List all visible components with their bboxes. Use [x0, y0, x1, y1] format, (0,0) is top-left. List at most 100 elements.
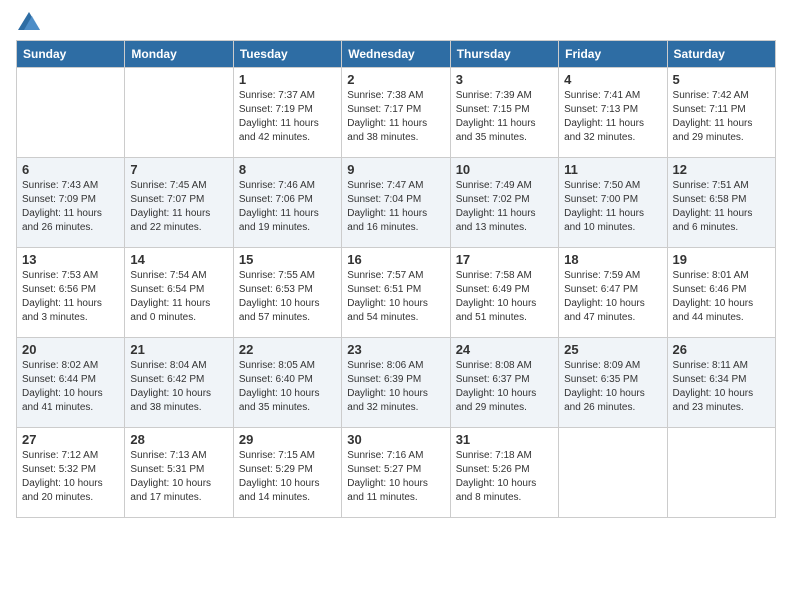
day-info: Sunrise: 8:05 AMSunset: 6:40 PMDaylight:…	[239, 359, 336, 415]
day-number: 19	[673, 252, 770, 267]
calendar-day-cell: 12Sunrise: 7:51 AMSunset: 6:58 PMDayligh…	[667, 158, 775, 248]
day-number: 18	[564, 252, 661, 267]
day-number: 1	[239, 72, 336, 87]
calendar-day-cell: 21Sunrise: 8:04 AMSunset: 6:42 PMDayligh…	[125, 338, 233, 428]
day-info: Sunrise: 7:51 AMSunset: 6:58 PMDaylight:…	[673, 179, 770, 235]
calendar-day-cell: 18 Sunrise: 7:59 AMSunset: 6:47 PMDayligh…	[559, 248, 667, 338]
calendar-day-cell: 5 Sunrise: 7:42 AMSunset: 7:11 PMDaylight…	[667, 68, 775, 158]
day-info: Sunrise: 7:18 AMSunset: 5:26 PMDaylight:…	[456, 449, 553, 505]
day-info: Sunrise: 8:02 AMSunset: 6:44 PMDaylight:…	[22, 359, 119, 415]
calendar-day-cell: 6Sunrise: 7:43 AMSunset: 7:09 PMDaylight…	[17, 158, 125, 248]
calendar-day-cell: 8 Sunrise: 7:46 AMSunset: 7:06 PMDaylight…	[233, 158, 341, 248]
day-number: 24	[456, 342, 553, 357]
day-number: 27	[22, 432, 119, 447]
calendar-day-cell: 20 Sunrise: 8:02 AMSunset: 6:44 PMDayligh…	[17, 338, 125, 428]
day-number: 4	[564, 72, 661, 87]
calendar-day-cell: 4Sunrise: 7:41 AMSunset: 7:13 PMDaylight…	[559, 68, 667, 158]
calendar-day-cell: 29 Sunrise: 7:15 AMSunset: 5:29 PMDayligh…	[233, 428, 341, 518]
day-info: Sunrise: 7:47 AMSunset: 7:04 PMDaylight:…	[347, 179, 444, 235]
day-number: 13	[22, 252, 119, 267]
day-of-week-header: Thursday	[450, 41, 558, 68]
day-info: Sunrise: 8:08 AMSunset: 6:37 PMDaylight:…	[456, 359, 553, 415]
day-number: 25	[564, 342, 661, 357]
day-number: 30	[347, 432, 444, 447]
day-info: Sunrise: 7:42 AMSunset: 7:11 PMDaylight:…	[673, 89, 770, 145]
calendar-day-cell: 17 Sunrise: 7:58 AMSunset: 6:49 PMDayligh…	[450, 248, 558, 338]
day-info: Sunrise: 7:39 AMSunset: 7:15 PMDaylight:…	[456, 89, 553, 145]
calendar-day-cell: 22Sunrise: 8:05 AMSunset: 6:40 PMDayligh…	[233, 338, 341, 428]
calendar-day-cell: 31 Sunrise: 7:18 AMSunset: 5:26 PMDayligh…	[450, 428, 558, 518]
day-info: Sunrise: 7:59 AMSunset: 6:47 PMDaylight:…	[564, 269, 661, 325]
calendar-day-cell: 30 Sunrise: 7:16 AMSunset: 5:27 PMDayligh…	[342, 428, 450, 518]
day-info: Sunrise: 7:43 AMSunset: 7:09 PMDaylight:…	[22, 179, 119, 235]
day-info: Sunrise: 7:16 AMSunset: 5:27 PMDaylight:…	[347, 449, 444, 505]
day-number: 28	[130, 432, 227, 447]
day-info: Sunrise: 7:13 AMSunset: 5:31 PMDaylight:…	[130, 449, 227, 505]
logo	[16, 16, 40, 30]
calendar-day-cell: 27 Sunrise: 7:12 AMSunset: 5:32 PMDayligh…	[17, 428, 125, 518]
day-of-week-header: Sunday	[17, 41, 125, 68]
calendar-day-cell: 25 Sunrise: 8:09 AMSunset: 6:35 PMDayligh…	[559, 338, 667, 428]
day-info: Sunrise: 8:01 AMSunset: 6:46 PMDaylight:…	[673, 269, 770, 325]
day-number: 10	[456, 162, 553, 177]
calendar-day-cell: 15Sunrise: 7:55 AMSunset: 6:53 PMDayligh…	[233, 248, 341, 338]
calendar-day-cell: 24 Sunrise: 8:08 AMSunset: 6:37 PMDayligh…	[450, 338, 558, 428]
day-number: 26	[673, 342, 770, 357]
day-of-week-header: Friday	[559, 41, 667, 68]
day-info: Sunrise: 7:55 AMSunset: 6:53 PMDaylight:…	[239, 269, 336, 325]
calendar-day-cell: 2Sunrise: 7:38 AMSunset: 7:17 PMDaylight…	[342, 68, 450, 158]
day-number: 16	[347, 252, 444, 267]
calendar-day-cell: 3 Sunrise: 7:39 AMSunset: 7:15 PMDaylight…	[450, 68, 558, 158]
calendar-week-row: 13 Sunrise: 7:53 AMSunset: 6:56 PMDayligh…	[17, 248, 776, 338]
calendar-day-cell: 1Sunrise: 7:37 AMSunset: 7:19 PMDaylight…	[233, 68, 341, 158]
day-number: 23	[347, 342, 444, 357]
day-number: 2	[347, 72, 444, 87]
day-of-week-header: Saturday	[667, 41, 775, 68]
day-info: Sunrise: 7:54 AMSunset: 6:54 PMDaylight:…	[130, 269, 227, 325]
calendar-day-cell: 11Sunrise: 7:50 AMSunset: 7:00 PMDayligh…	[559, 158, 667, 248]
day-number: 11	[564, 162, 661, 177]
day-number: 8	[239, 162, 336, 177]
calendar-day-cell: 7 Sunrise: 7:45 AMSunset: 7:07 PMDaylight…	[125, 158, 233, 248]
day-of-week-header: Wednesday	[342, 41, 450, 68]
day-info: Sunrise: 7:12 AMSunset: 5:32 PMDaylight:…	[22, 449, 119, 505]
day-number: 9	[347, 162, 444, 177]
day-info: Sunrise: 8:11 AMSunset: 6:34 PMDaylight:…	[673, 359, 770, 415]
day-number: 21	[130, 342, 227, 357]
calendar-week-row: 20 Sunrise: 8:02 AMSunset: 6:44 PMDayligh…	[17, 338, 776, 428]
day-info: Sunrise: 7:49 AMSunset: 7:02 PMDaylight:…	[456, 179, 553, 235]
calendar-week-row: 1Sunrise: 7:37 AMSunset: 7:19 PMDaylight…	[17, 68, 776, 158]
day-of-week-header: Monday	[125, 41, 233, 68]
day-info: Sunrise: 7:15 AMSunset: 5:29 PMDaylight:…	[239, 449, 336, 505]
calendar-day-cell	[17, 68, 125, 158]
calendar-day-cell	[559, 428, 667, 518]
calendar-table: SundayMondayTuesdayWednesdayThursdayFrid…	[16, 40, 776, 518]
calendar-day-cell	[667, 428, 775, 518]
calendar-day-cell: 19 Sunrise: 8:01 AMSunset: 6:46 PMDayligh…	[667, 248, 775, 338]
day-number: 5	[673, 72, 770, 87]
day-number: 31	[456, 432, 553, 447]
day-info: Sunrise: 8:09 AMSunset: 6:35 PMDaylight:…	[564, 359, 661, 415]
calendar-week-row: 6Sunrise: 7:43 AMSunset: 7:09 PMDaylight…	[17, 158, 776, 248]
logo-icon	[18, 12, 40, 30]
calendar-day-cell: 10 Sunrise: 7:49 AMSunset: 7:02 PMDayligh…	[450, 158, 558, 248]
day-of-week-header: Tuesday	[233, 41, 341, 68]
calendar-day-cell: 23Sunrise: 8:06 AMSunset: 6:39 PMDayligh…	[342, 338, 450, 428]
calendar-day-cell: 14 Sunrise: 7:54 AMSunset: 6:54 PMDayligh…	[125, 248, 233, 338]
calendar-day-cell: 28 Sunrise: 7:13 AMSunset: 5:31 PMDayligh…	[125, 428, 233, 518]
day-number: 7	[130, 162, 227, 177]
day-number: 20	[22, 342, 119, 357]
calendar-day-cell: 16Sunrise: 7:57 AMSunset: 6:51 PMDayligh…	[342, 248, 450, 338]
page-header	[16, 16, 776, 30]
day-number: 29	[239, 432, 336, 447]
day-number: 14	[130, 252, 227, 267]
day-info: Sunrise: 7:53 AMSunset: 6:56 PMDaylight:…	[22, 269, 119, 325]
day-info: Sunrise: 7:58 AMSunset: 6:49 PMDaylight:…	[456, 269, 553, 325]
calendar-week-row: 27 Sunrise: 7:12 AMSunset: 5:32 PMDayligh…	[17, 428, 776, 518]
day-number: 17	[456, 252, 553, 267]
day-info: Sunrise: 7:46 AMSunset: 7:06 PMDaylight:…	[239, 179, 336, 235]
day-number: 3	[456, 72, 553, 87]
calendar-day-cell	[125, 68, 233, 158]
day-info: Sunrise: 7:45 AMSunset: 7:07 PMDaylight:…	[130, 179, 227, 235]
calendar-day-cell: 13 Sunrise: 7:53 AMSunset: 6:56 PMDayligh…	[17, 248, 125, 338]
